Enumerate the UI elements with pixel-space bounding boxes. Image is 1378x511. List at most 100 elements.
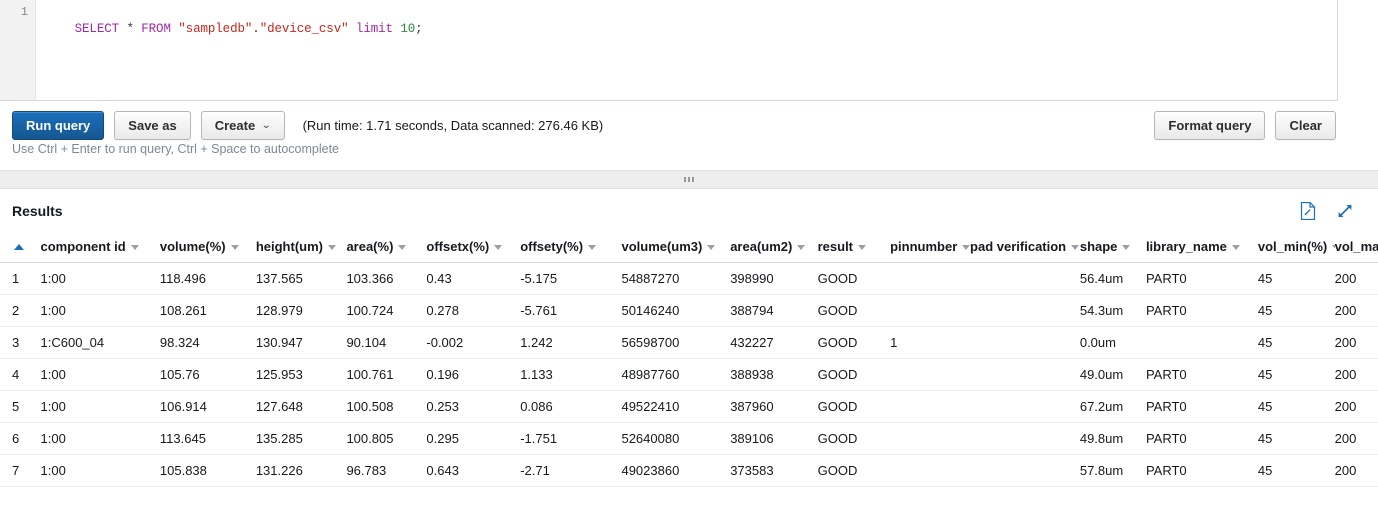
table-header-row: component id volume(%) height(um) area(%) of…: [0, 233, 1378, 263]
column-header-component-id[interactable]: component id: [40, 233, 160, 263]
chevron-down-icon[interactable]: [398, 244, 407, 250]
table-cell: 200: [1334, 262, 1378, 295]
sql-token: SELECT: [74, 22, 120, 36]
column-header-pad-verification[interactable]: pad verification: [970, 233, 1080, 263]
create-button[interactable]: Create ⌄: [200, 110, 285, 140]
table-cell: 100.508: [346, 390, 427, 423]
sql-token: limit: [355, 22, 393, 36]
table-cell: -0.002: [426, 326, 521, 359]
table-cell: 200: [1334, 294, 1378, 327]
column-header-label: shape: [1079, 239, 1118, 254]
table-row[interactable]: 6 1:00 113.645 135.285 100.805 0.295 -1.751 526…: [0, 422, 1378, 455]
sql-token: *: [126, 22, 134, 36]
sql-code-area[interactable]: SELECT * FROM "sampledb"."device_csv" li…: [36, 0, 1337, 100]
editor-gutter: 1: [0, 0, 36, 100]
column-header-volume-[interactable]: volume(%): [159, 233, 256, 263]
table-cell: 67.2um: [1079, 390, 1146, 423]
column-header-result[interactable]: result: [817, 233, 891, 263]
table-cell: PART0: [1145, 390, 1258, 423]
chevron-down-icon[interactable]: [1122, 244, 1131, 250]
table-cell: 105.76: [159, 358, 256, 391]
column-header-offsetx-[interactable]: offsetx(%): [426, 233, 521, 263]
column-header-pinnumber[interactable]: pinnumber: [890, 233, 971, 263]
column-header-label: height(um): [255, 239, 323, 254]
table-cell: GOOD: [817, 454, 891, 487]
table-cell: 56.4um: [1079, 262, 1146, 295]
table-cell: 1:00: [40, 454, 160, 487]
table-row[interactable]: 5 1:00 106.914 127.648 100.508 0.253 0.086 4952…: [0, 390, 1378, 423]
row-index: 6: [0, 422, 41, 455]
column-header-area-um2-[interactable]: area(um2): [730, 233, 818, 263]
table-cell: 49023860: [621, 454, 731, 487]
table-cell: 52640080: [621, 422, 731, 455]
drag-dots-icon: [684, 177, 694, 182]
format-query-button[interactable]: Format query: [1154, 110, 1266, 140]
column-header-offsety-[interactable]: offsety(%): [520, 233, 622, 263]
chevron-down-icon[interactable]: [588, 244, 597, 250]
chevron-down-icon[interactable]: [1231, 244, 1240, 250]
table-cell: 54887270: [621, 262, 731, 295]
table-cell: 1:C600_04: [40, 326, 160, 359]
column-header-label: vol_min(%): [1257, 239, 1328, 254]
table-cell: [890, 454, 971, 487]
chevron-down-icon[interactable]: [707, 244, 716, 250]
expand-fullscreen-icon[interactable]: [1336, 202, 1354, 220]
table-cell: 200: [1334, 326, 1378, 359]
table-cell: 90.104: [346, 326, 427, 359]
table-cell: 49.8um: [1079, 422, 1146, 455]
chevron-down-icon[interactable]: [230, 244, 239, 250]
table-cell: -5.175: [520, 262, 622, 295]
table-row[interactable]: 1 1:00 118.496 137.565 103.366 0.43 -5.175 5488…: [0, 262, 1378, 295]
table-cell: 432227: [730, 326, 818, 359]
table-cell: 1.133: [520, 358, 622, 391]
table-cell: 49.0um: [1079, 358, 1146, 391]
sort-ascending-icon: [14, 243, 24, 250]
table-cell: 0.0um: [1079, 326, 1146, 359]
table-cell: [970, 326, 1080, 359]
table-cell: 0.196: [426, 358, 521, 391]
chevron-down-icon[interactable]: [962, 244, 971, 250]
table-row[interactable]: 2 1:00 108.261 128.979 100.724 0.278 -5.761 501…: [0, 294, 1378, 327]
save-as-button[interactable]: Save as: [114, 110, 191, 140]
run-query-button[interactable]: Run query: [12, 110, 105, 140]
column-header-area-[interactable]: area(%): [346, 233, 427, 263]
table-cell: 1.242: [520, 326, 622, 359]
table-row[interactable]: 4 1:00 105.76 125.953 100.761 0.196 1.133 48987…: [0, 358, 1378, 391]
create-button-label: Create: [214, 117, 256, 133]
table-cell: 1: [890, 326, 971, 359]
chevron-down-icon[interactable]: [327, 244, 336, 250]
column-header-vol-max-[interactable]: vol_max(: [1334, 233, 1378, 263]
table-cell: 1:00: [40, 390, 160, 423]
download-file-icon[interactable]: [1300, 201, 1316, 221]
table-cell: [890, 262, 971, 295]
column-header-label: area(um2): [730, 239, 793, 254]
column-header-height-um-[interactable]: height(um): [255, 233, 347, 263]
sql-editor[interactable]: 1 SELECT * FROM "sampledb"."device_csv" …: [0, 0, 1338, 101]
sort-indicator-header[interactable]: [0, 233, 41, 263]
table-row[interactable]: 3 1:C600_04 98.324 130.947 90.104 -0.002 1.242…: [0, 326, 1378, 359]
table-cell: [970, 390, 1080, 423]
chevron-down-icon[interactable]: [797, 244, 806, 250]
chevron-down-icon[interactable]: [858, 244, 867, 250]
panel-resize-handle[interactable]: [0, 170, 1378, 189]
column-header-vol-min-[interactable]: vol_min(%): [1257, 233, 1335, 263]
table-cell: 45: [1257, 294, 1335, 327]
chevron-down-icon[interactable]: [130, 244, 139, 250]
table-row[interactable]: 7 1:00 105.838 131.226 96.783 0.643 -2.71 49023…: [0, 454, 1378, 487]
column-header-library-name[interactable]: library_name: [1145, 233, 1258, 263]
column-header-label: volume(%): [159, 239, 226, 254]
table-cell: 105.838: [159, 454, 256, 487]
column-header-label: library_name: [1145, 239, 1227, 254]
table-cell: [970, 294, 1080, 327]
column-header-shape[interactable]: shape: [1079, 233, 1146, 263]
column-header-volume-um3-[interactable]: volume(um3): [621, 233, 731, 263]
results-title: Results: [12, 203, 63, 219]
results-table-scroll[interactable]: component id volume(%) height(um) area(%) of…: [0, 233, 1378, 487]
sql-token: 10: [400, 22, 416, 36]
clear-button[interactable]: Clear: [1275, 110, 1336, 140]
column-header-label: vol_max(: [1334, 239, 1378, 254]
chevron-down-icon[interactable]: [1071, 244, 1080, 250]
chevron-down-icon[interactable]: [494, 244, 503, 250]
row-index: 7: [0, 454, 41, 487]
results-table: component id volume(%) height(um) area(%) of…: [0, 233, 1378, 487]
